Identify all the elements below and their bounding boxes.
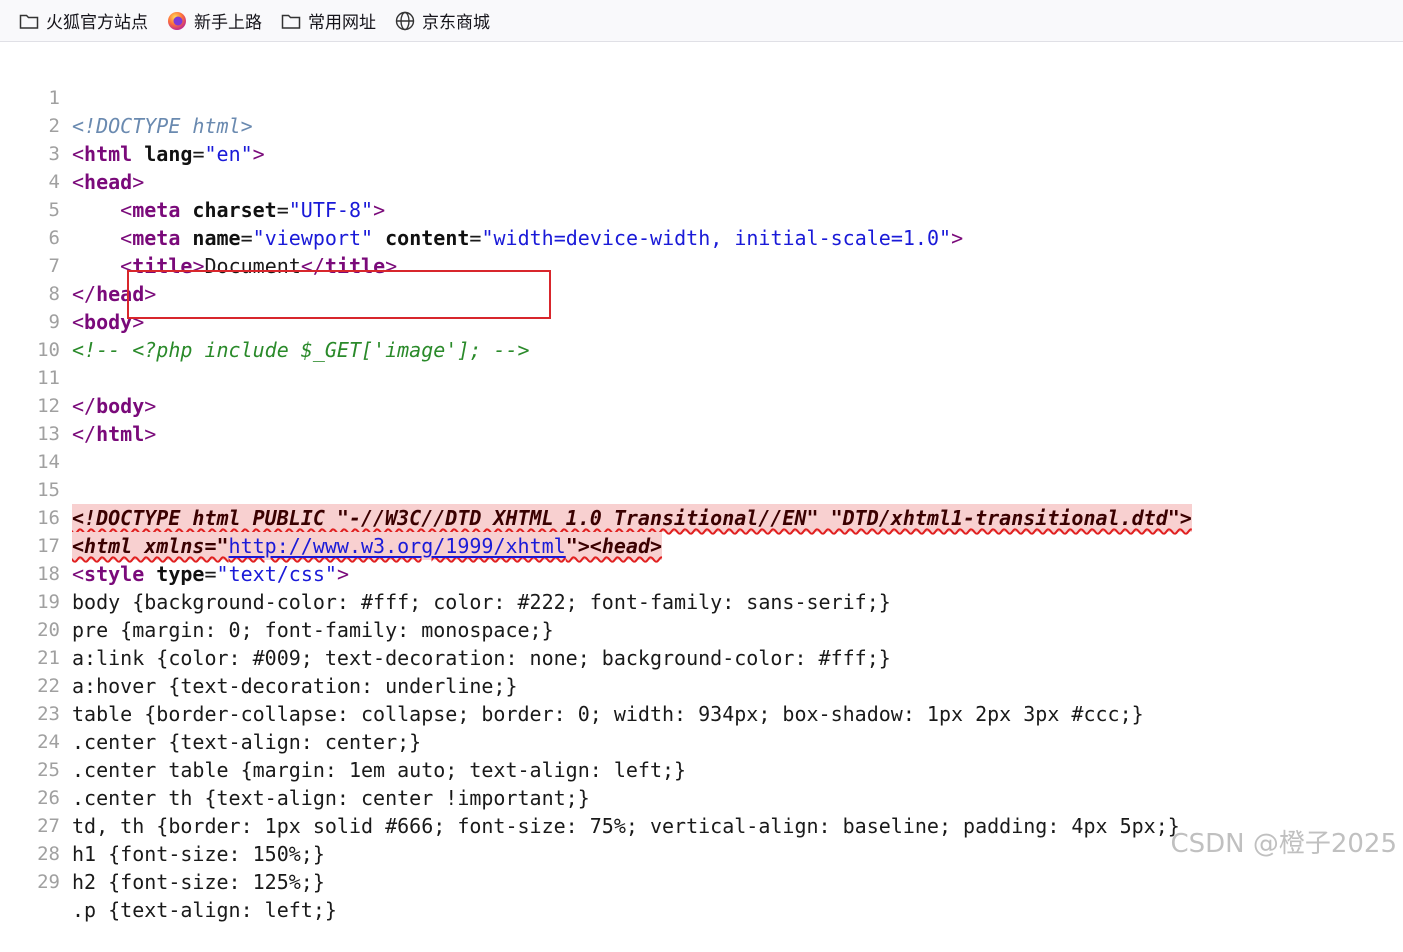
source-line: 17 <style type="text/css"> — [0, 504, 1403, 586]
source-line: 12 </html> — [0, 364, 1403, 446]
source-line: 13 — [0, 392, 1403, 445]
bookmark-common-sites[interactable]: 常用网址 — [280, 6, 376, 36]
line-number: 29 — [37, 871, 60, 893]
firefox-icon — [166, 10, 188, 32]
source-line: 4 <meta charset="UTF-8"> — [0, 140, 1403, 222]
red-highlight-box — [127, 270, 551, 319]
line-code: .p {text-align: left;} — [72, 898, 337, 922]
csdn-watermark: CSDN @橙子2025 — [1170, 829, 1397, 859]
source-line: 2 <html lang="en"> — [0, 84, 1403, 166]
source-line: 1 <!DOCTYPE html> — [0, 56, 1403, 138]
source-line: 19 pre {margin: 0; font-family: monospac… — [0, 560, 1403, 642]
source-line: 5 <meta name="viewport" content="width=d… — [0, 168, 1403, 250]
bookmarks-toolbar: 火狐官方站点 新手上路 常用网址 京东商城 — [0, 0, 1403, 42]
bookmark-getting-started[interactable]: 新手上路 — [166, 6, 262, 36]
source-line: 26 td, th {border: 1px solid #666; font-… — [0, 756, 1403, 838]
source-line: 25 .center th {text-align: center !impor… — [0, 728, 1403, 810]
source-line: 11 </body> — [0, 336, 1403, 418]
globe-icon — [394, 10, 416, 32]
source-line: 16 <html xmlns="http://www.w3.org/1999/x… — [0, 476, 1403, 560]
bookmark-label: 新手上路 — [194, 13, 262, 33]
source-line: 3 <head> — [0, 112, 1403, 194]
source-line: 18 body {background-color: #fff; color: … — [0, 532, 1403, 614]
source-line: 15 <!DOCTYPE html PUBLIC "-//W3C//DTD XH… — [0, 448, 1403, 532]
source-line: 6 <title>Document</title> — [0, 196, 1403, 278]
source-line: 21 a:hover {text-decoration: underline;} — [0, 616, 1403, 698]
source-line: 27 h1 {font-size: 150%;} — [0, 784, 1403, 866]
bookmark-label: 火狐官方站点 — [46, 13, 148, 33]
bookmark-firefox-official[interactable]: 火狐官方站点 — [18, 6, 148, 36]
source-line: 14 — [0, 420, 1403, 473]
source-line: 20 a:link {color: #009; text-decoration:… — [0, 588, 1403, 670]
view-source-pane: 1 <!DOCTYPE html> 2 <html lang="en"> 3 <… — [0, 56, 1403, 922]
folder-icon — [280, 10, 302, 32]
source-line: 22 table {border-collapse: collapse; bor… — [0, 644, 1403, 726]
folder-icon — [18, 10, 40, 32]
bookmark-label: 常用网址 — [308, 13, 376, 33]
source-line: 24 .center table {margin: 1em auto; text… — [0, 700, 1403, 782]
source-line: 23 .center {text-align: center;} — [0, 672, 1403, 754]
bookmark-label: 京东商城 — [422, 13, 490, 33]
bookmark-jd-mall[interactable]: 京东商城 — [394, 6, 490, 36]
line-code: h2 {font-size: 125%;} — [72, 870, 325, 894]
source-line: 7 </head> — [0, 224, 1403, 306]
